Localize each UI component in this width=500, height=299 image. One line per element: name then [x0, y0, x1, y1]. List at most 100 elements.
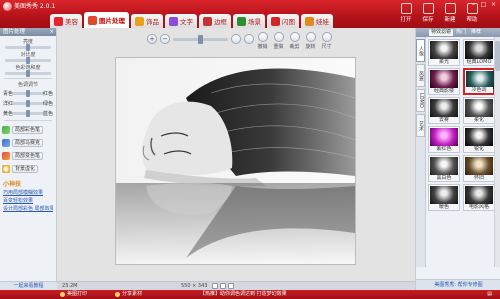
undo-button[interactable]: 撤销 — [256, 32, 269, 50]
actual-size-icon[interactable] — [244, 34, 254, 44]
panel-close-icon[interactable]: × — [49, 28, 54, 36]
folder-icon — [400, 3, 412, 14]
image-dimensions-text: 550 × 343 — [181, 283, 208, 289]
tab-doll[interactable]: 娃娃 — [301, 14, 333, 28]
effect-item[interactable]: 去雾 — [428, 97, 460, 124]
status-end-icon[interactable]: ▤ — [487, 290, 492, 299]
effect-item[interactable]: 暖色 — [428, 184, 460, 211]
effect-item[interactable]: 柔化 — [463, 97, 495, 124]
app-title: 美图秀秀 2.0.1 — [14, 3, 56, 10]
tab-scene[interactable]: 场景 — [233, 14, 265, 28]
tab-label: 场景 — [248, 18, 261, 26]
tab-hot[interactable]: 热门 — [454, 29, 468, 36]
text-icon — [169, 16, 178, 26]
maximize-button[interactable]: □ — [480, 2, 487, 8]
effect-item[interactable]: 紫红色 — [428, 126, 460, 153]
effect-item[interactable]: 经典影楼 — [428, 68, 460, 95]
mosaic-icon — [2, 138, 10, 147]
effect-item[interactable]: 怀旧 — [463, 155, 495, 182]
scrollbar-thumb[interactable] — [495, 41, 500, 71]
category-lomo[interactable]: LOMO — [416, 89, 425, 112]
effect-label: 电影风格 — [464, 204, 494, 210]
close-button[interactable]: × — [490, 2, 497, 8]
minimize-button[interactable]: – — [470, 2, 477, 8]
contrast-slider[interactable] — [5, 57, 51, 64]
zoom-in-button[interactable]: + — [147, 34, 157, 44]
fit-icon[interactable] — [231, 34, 241, 44]
original-view-icon[interactable] — [220, 283, 226, 289]
promo-text[interactable]: 【热推】助你调色调达到 打造梦幻效果 — [200, 290, 287, 299]
tab-image-processing[interactable]: 图片处理 — [84, 12, 129, 28]
effect-item[interactable]: 经典LOMO — [463, 39, 495, 66]
tab-frame[interactable]: 边框 — [199, 14, 231, 28]
photo-canvas[interactable] — [115, 57, 356, 265]
print-link[interactable]: 美图打印 — [60, 290, 87, 299]
tab-text[interactable]: 文字 — [165, 14, 197, 28]
slider-handle[interactable] — [26, 70, 30, 77]
resize-button[interactable]: 尺寸 — [320, 32, 333, 50]
effect-thumbnail — [430, 157, 458, 175]
category-landscape[interactable]: 风景 — [416, 64, 425, 87]
yellow-blue-slider[interactable] — [12, 110, 44, 117]
fit-view-icon[interactable] — [212, 283, 218, 289]
saturation-slider[interactable] — [5, 70, 51, 77]
tab-label: 闪图 — [282, 18, 295, 26]
zoom-handle[interactable] — [198, 34, 203, 44]
background-blur-button[interactable]: 背景虚化 — [2, 164, 54, 173]
effect-item[interactable]: 黑白色 — [428, 155, 460, 182]
save-button[interactable]: 保存 — [417, 3, 439, 23]
slider-handle[interactable] — [26, 44, 30, 51]
local-recolor-button[interactable]: 局部变色笔 — [2, 151, 54, 160]
flash-icon — [271, 16, 280, 26]
save-icon — [422, 3, 434, 14]
slider-handle[interactable] — [26, 100, 30, 107]
effects-scrollbar[interactable] — [494, 37, 500, 267]
brightness-slider[interactable] — [5, 44, 51, 51]
rotate-icon — [305, 32, 316, 42]
magenta-green-slider[interactable] — [12, 100, 44, 107]
print-label: 美图打印 — [67, 291, 88, 297]
category-portrait[interactable]: 人像 — [416, 39, 425, 62]
new-button[interactable]: 新建 — [439, 3, 461, 23]
tutorial-link[interactable]: 一起来看教程 — [0, 281, 57, 290]
open-button[interactable]: 打开 — [395, 3, 417, 23]
crop-button[interactable]: 裁剪 — [288, 32, 301, 50]
divider — [4, 78, 52, 79]
effect-thumbnail — [465, 99, 493, 117]
rotate-button[interactable]: 旋转 — [304, 32, 317, 50]
new-file-icon — [444, 3, 456, 14]
category-art[interactable]: 艺术 — [416, 114, 425, 137]
tips-title: 小神技 — [3, 181, 22, 188]
local-color-pen-button[interactable]: 局部彩色笔 — [2, 125, 54, 134]
tab-label: 文字 — [180, 18, 193, 26]
effects-footer-link[interactable]: 美图秀秀: 帮你专修图 — [416, 279, 500, 290]
redo-button[interactable]: 重做 — [272, 32, 285, 50]
cyan-red-slider[interactable] — [12, 90, 44, 97]
effect-item[interactable]: 锐化 — [463, 126, 495, 153]
compare-icon[interactable] — [228, 283, 234, 289]
share-label: 分享素材 — [122, 291, 143, 297]
balance-right-label: 绿色 — [42, 101, 53, 107]
slider-handle[interactable] — [26, 90, 30, 97]
file-size-text: 23.2M — [62, 283, 78, 289]
effect-label: 经典影楼 — [429, 88, 459, 94]
share-link[interactable]: 分享素材 — [115, 290, 142, 299]
tip-link[interactable]: 百变轻松效果 — [3, 197, 53, 204]
effect-item-selected[interactable]: 冷色调 — [463, 68, 495, 95]
tip-link[interactable]: 巧用局部模糊效果 — [3, 189, 53, 196]
tab-accessories[interactable]: 饰品 — [131, 14, 163, 28]
tab-effects[interactable]: 特效滤镜 — [429, 29, 454, 36]
slider-handle[interactable] — [26, 57, 30, 64]
tab-recommend[interactable]: 推荐 — [469, 29, 483, 36]
zoom-out-button[interactable]: − — [160, 34, 170, 44]
effect-item[interactable]: 电影风格 — [463, 184, 495, 211]
slider-handle[interactable] — [26, 110, 30, 117]
zoom-slider[interactable] — [173, 34, 228, 44]
color-balance-title: 色调调节 — [17, 82, 38, 88]
tab-label: 饰品 — [146, 18, 159, 26]
tab-beauty[interactable]: 美容 — [50, 14, 82, 28]
local-mosaic-button[interactable]: 局部马赛克 — [2, 138, 54, 147]
tab-flash[interactable]: 闪图 — [267, 14, 299, 28]
effect-item[interactable]: 柔光 — [428, 39, 460, 66]
tip-link[interactable]: 设计局部彩色 局部效果 — [3, 205, 53, 212]
